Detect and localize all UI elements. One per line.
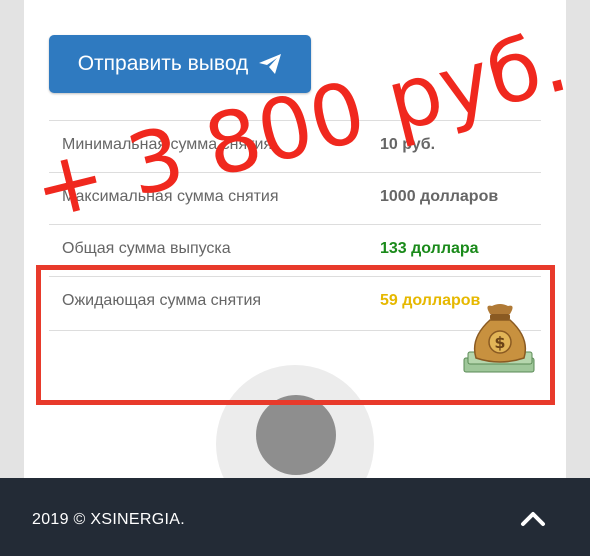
floating-button[interactable] (256, 395, 336, 475)
chevron-up-icon[interactable] (520, 508, 546, 528)
footer-copyright: 2019 © XSINERGIA. (32, 511, 185, 528)
page-footer: 2019 © XSINERGIA. (0, 478, 590, 556)
pending-highlight-frame (36, 265, 555, 405)
submit-withdrawal-label: Отправить вывод (77, 52, 249, 75)
paper-plane-icon (258, 53, 282, 75)
